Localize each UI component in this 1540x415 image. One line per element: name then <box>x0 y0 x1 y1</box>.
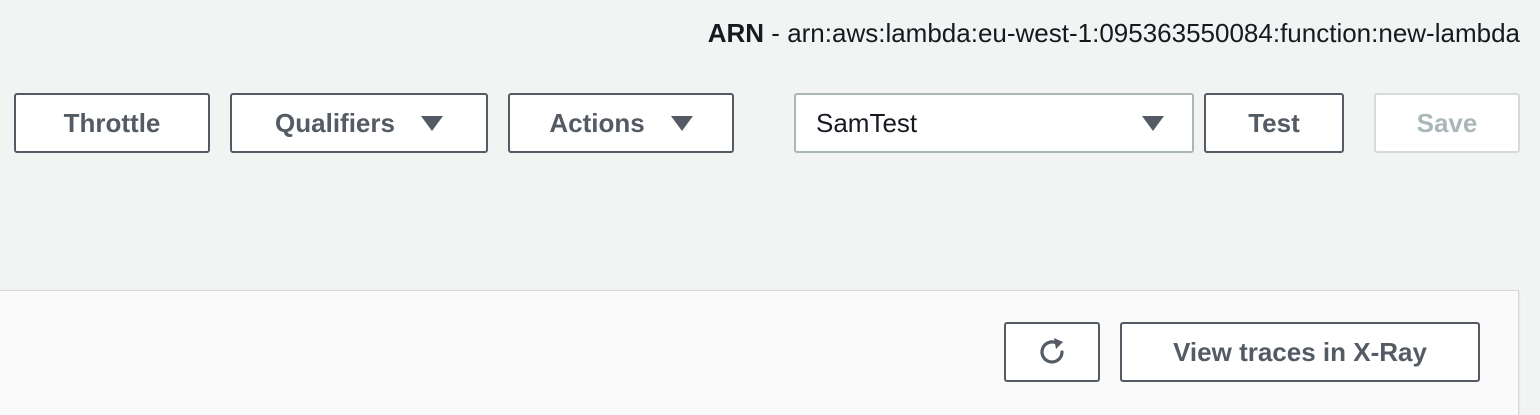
test-event-select[interactable]: SamTest <box>794 93 1194 153</box>
caret-down-icon <box>1142 115 1164 131</box>
test-button[interactable]: Test <box>1204 93 1344 153</box>
refresh-button[interactable] <box>1004 322 1100 382</box>
refresh-icon <box>1034 334 1070 370</box>
view-traces-xray-button[interactable]: View traces in X-Ray <box>1120 322 1480 382</box>
test-event-selected-value: SamTest <box>816 107 918 138</box>
actions-dropdown-button[interactable]: Actions <box>508 93 734 153</box>
view-traces-label: View traces in X-Ray <box>1173 336 1427 367</box>
actions-button-label: Actions <box>549 107 645 138</box>
caret-down-icon <box>670 115 693 131</box>
throttle-button[interactable]: Throttle <box>14 93 210 153</box>
save-button-label: Save <box>1416 107 1478 138</box>
arn-line: ARN - arn:aws:lambda:eu-west-1:095363550… <box>708 17 1520 49</box>
test-button-label: Test <box>1248 107 1300 138</box>
throttle-button-label: Throttle <box>63 107 161 138</box>
caret-down-icon <box>420 115 443 131</box>
monitoring-panel: View traces in X-Ray <box>0 290 1519 415</box>
arn-value: arn:aws:lambda:eu-west-1:095363550084:fu… <box>787 18 1520 48</box>
qualifiers-button-label: Qualifiers <box>275 107 395 138</box>
qualifiers-dropdown-button[interactable]: Qualifiers <box>230 93 488 153</box>
arn-label: ARN <box>707 18 765 48</box>
arn-separator: - <box>764 18 788 48</box>
save-button[interactable]: Save <box>1374 93 1520 153</box>
